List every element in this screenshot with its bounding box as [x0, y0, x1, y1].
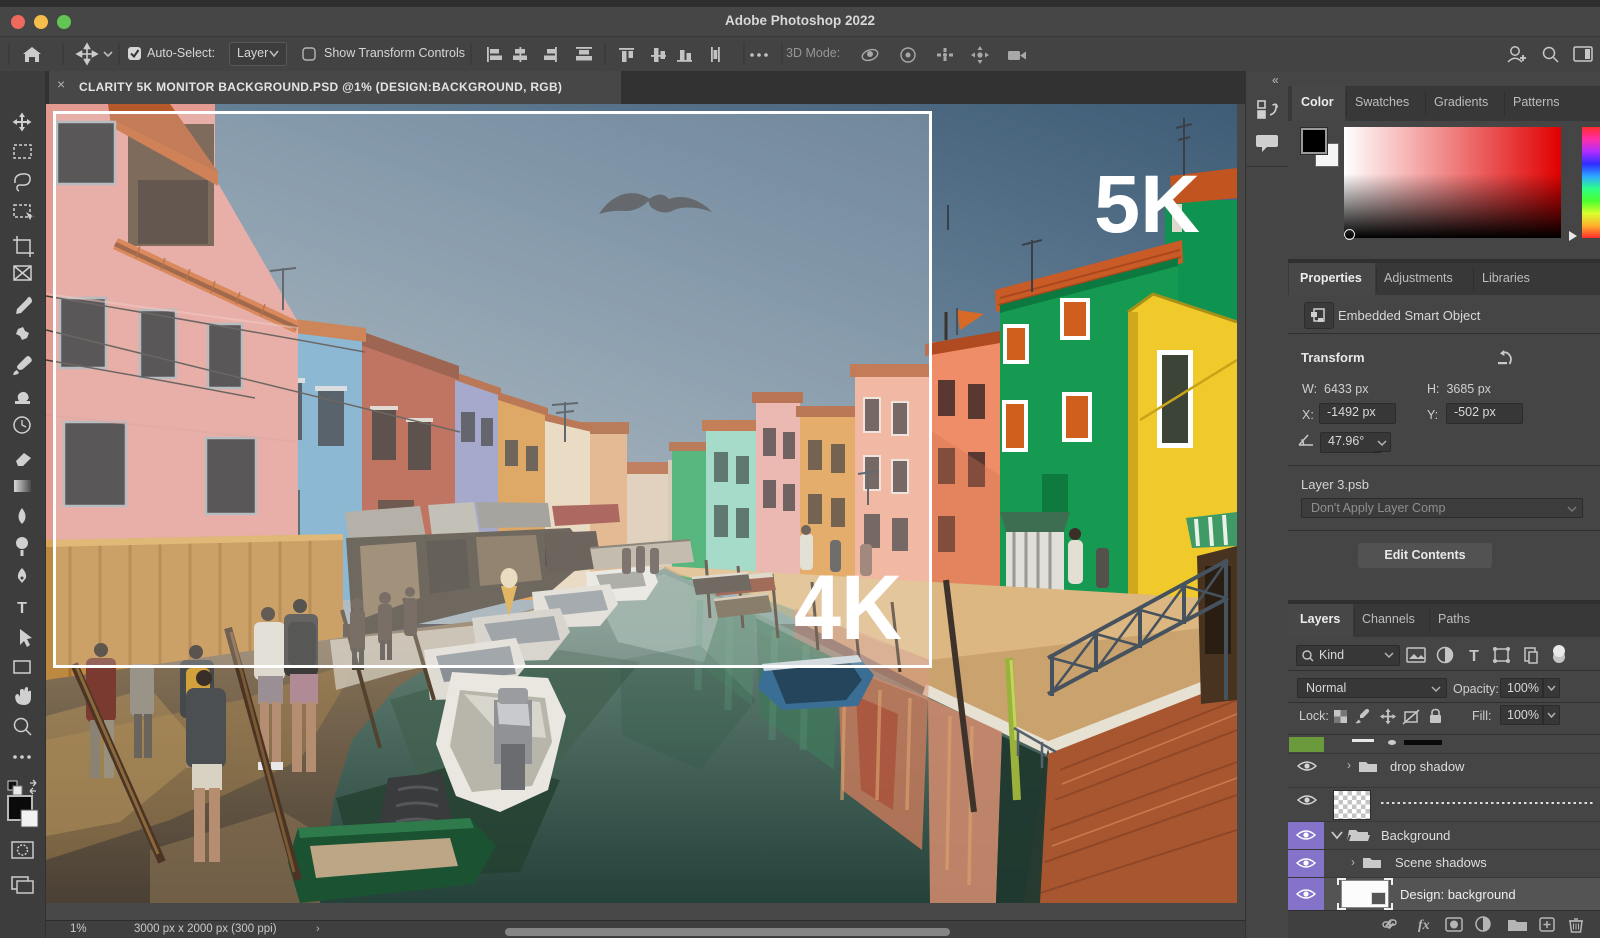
- svg-text:4K: 4K: [794, 557, 902, 659]
- svg-text:fx: fx: [1418, 918, 1430, 933]
- svg-text:T: T: [17, 600, 27, 617]
- svg-text:T: T: [1469, 648, 1479, 665]
- svg-text:5K: 5K: [1094, 159, 1200, 250]
